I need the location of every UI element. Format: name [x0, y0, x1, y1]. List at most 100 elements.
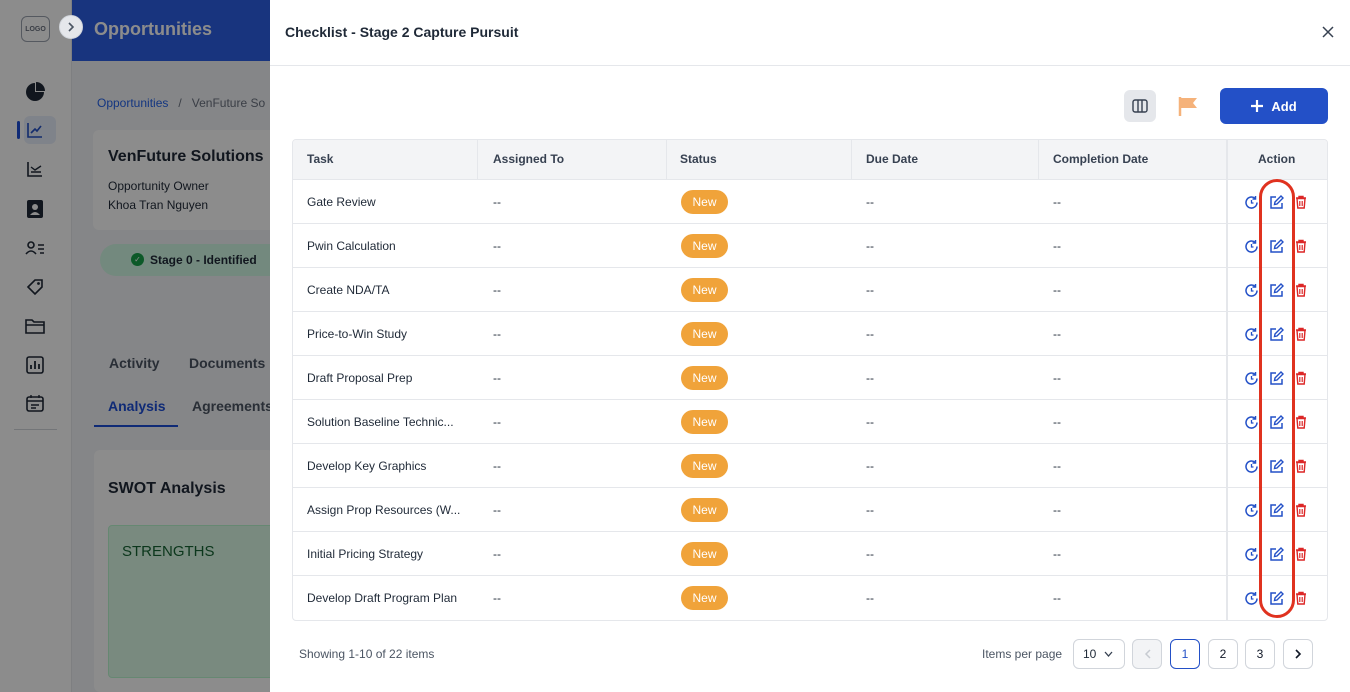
- change-status-button[interactable]: [1243, 590, 1259, 606]
- due-date-cell: --: [866, 327, 874, 341]
- flag-button[interactable]: [1174, 90, 1202, 122]
- completion-date-cell: --: [1053, 283, 1061, 297]
- table-row: Price-to-Win Study -- New -- --: [293, 312, 1327, 356]
- add-button[interactable]: Add: [1220, 88, 1328, 124]
- column-divider: [477, 140, 478, 180]
- delete-button[interactable]: [1293, 238, 1309, 254]
- due-date-cell: --: [866, 415, 874, 429]
- completion-date-cell: --: [1053, 547, 1061, 561]
- table-row: Pwin Calculation -- New -- --: [293, 224, 1327, 268]
- delete-button[interactable]: [1293, 546, 1309, 562]
- change-status-button[interactable]: [1243, 414, 1259, 430]
- completion-date-cell: --: [1053, 459, 1061, 473]
- task-cell: Solution Baseline Technic...: [307, 415, 454, 429]
- change-status-button[interactable]: [1243, 370, 1259, 386]
- checklist-drawer: Checklist - Stage 2 Capture Pursuit Add …: [270, 0, 1350, 692]
- refresh-clock-icon: [1244, 591, 1258, 605]
- trash-icon: [1296, 591, 1306, 605]
- add-button-label: Add: [1271, 98, 1297, 114]
- close-button[interactable]: [1318, 22, 1338, 42]
- due-date-cell: --: [866, 283, 874, 297]
- column-divider: [1038, 140, 1039, 180]
- due-date-cell: --: [866, 371, 874, 385]
- column-header-action: Action: [1258, 152, 1296, 166]
- task-cell: Price-to-Win Study: [307, 327, 408, 341]
- previous-page-button[interactable]: [1132, 639, 1162, 669]
- table-row: Assign Prop Resources (W... -- New -- --: [293, 488, 1327, 532]
- delete-button[interactable]: [1293, 590, 1309, 606]
- checklist-table: Task Assigned To Status Due Date Complet…: [292, 139, 1328, 621]
- status-badge: New: [681, 498, 728, 522]
- change-status-button[interactable]: [1243, 502, 1259, 518]
- delete-button[interactable]: [1293, 326, 1309, 342]
- assigned-to-cell: --: [493, 591, 501, 605]
- status-badge: New: [681, 542, 728, 566]
- delete-button[interactable]: [1293, 370, 1309, 386]
- assigned-to-cell: --: [493, 503, 501, 517]
- trash-icon: [1296, 239, 1306, 253]
- task-cell: Assign Prop Resources (W...: [307, 503, 461, 517]
- delete-button[interactable]: [1293, 282, 1309, 298]
- change-status-button[interactable]: [1243, 546, 1259, 562]
- due-date-cell: --: [866, 547, 874, 561]
- table-row: Develop Draft Program Plan -- New -- --: [293, 576, 1327, 620]
- edit-column-highlight: [1259, 179, 1295, 618]
- sidebar-expand-button[interactable]: [59, 15, 83, 39]
- delete-button[interactable]: [1293, 502, 1309, 518]
- column-divider: [851, 140, 852, 180]
- status-badge: New: [681, 278, 728, 302]
- items-per-page-select[interactable]: 10: [1073, 639, 1125, 669]
- delete-button[interactable]: [1293, 458, 1309, 474]
- assigned-to-cell: --: [493, 239, 501, 253]
- delete-button[interactable]: [1293, 194, 1309, 210]
- refresh-clock-icon: [1244, 503, 1258, 517]
- task-cell: Develop Key Graphics: [307, 459, 427, 473]
- column-header-assigned-to[interactable]: Assigned To: [493, 152, 564, 166]
- task-cell: Initial Pricing Strategy: [307, 547, 424, 561]
- trash-icon: [1296, 547, 1306, 561]
- table-row: Solution Baseline Technic... -- New -- --: [293, 400, 1327, 444]
- next-page-button[interactable]: [1283, 639, 1313, 669]
- assigned-to-cell: --: [493, 415, 501, 429]
- change-status-button[interactable]: [1243, 282, 1259, 298]
- assigned-to-cell: --: [493, 195, 501, 209]
- refresh-clock-icon: [1244, 239, 1258, 253]
- refresh-clock-icon: [1244, 327, 1258, 341]
- trash-icon: [1296, 283, 1306, 297]
- items-per-page-label: Items per page: [982, 647, 1063, 661]
- status-badge: New: [681, 190, 728, 214]
- change-status-button[interactable]: [1243, 458, 1259, 474]
- change-status-button[interactable]: [1243, 326, 1259, 342]
- table-row: Create NDA/TA -- New -- --: [293, 268, 1327, 312]
- page-button-3[interactable]: 3: [1245, 639, 1275, 669]
- column-header-status[interactable]: Status: [680, 152, 717, 166]
- completion-date-cell: --: [1053, 415, 1061, 429]
- page-button-1[interactable]: 1: [1170, 639, 1200, 669]
- trash-icon: [1296, 371, 1306, 385]
- column-divider: [666, 140, 667, 180]
- due-date-cell: --: [866, 195, 874, 209]
- completion-date-cell: --: [1053, 591, 1061, 605]
- assigned-to-cell: --: [493, 283, 501, 297]
- change-status-button[interactable]: [1243, 238, 1259, 254]
- change-status-button[interactable]: [1243, 194, 1259, 210]
- completion-date-cell: --: [1053, 503, 1061, 517]
- refresh-clock-icon: [1244, 547, 1258, 561]
- table-row: Draft Proposal Prep -- New -- --: [293, 356, 1327, 400]
- page-button-2[interactable]: 2: [1208, 639, 1238, 669]
- refresh-clock-icon: [1244, 195, 1258, 209]
- column-settings-button[interactable]: [1124, 90, 1156, 122]
- column-header-task[interactable]: Task: [307, 152, 333, 166]
- status-badge: New: [681, 586, 728, 610]
- refresh-clock-icon: [1244, 459, 1258, 473]
- columns-icon: [1132, 99, 1148, 113]
- refresh-clock-icon: [1244, 283, 1258, 297]
- column-header-due-date[interactable]: Due Date: [866, 152, 918, 166]
- delete-button[interactable]: [1293, 414, 1309, 430]
- status-badge: New: [681, 366, 728, 390]
- column-header-completion-date[interactable]: Completion Date: [1053, 152, 1148, 166]
- chevron-right-icon: [68, 22, 75, 32]
- table-row: Gate Review -- New -- --: [293, 180, 1327, 224]
- task-cell: Create NDA/TA: [307, 283, 390, 297]
- pagination-summary: Showing 1-10 of 22 items: [299, 647, 435, 661]
